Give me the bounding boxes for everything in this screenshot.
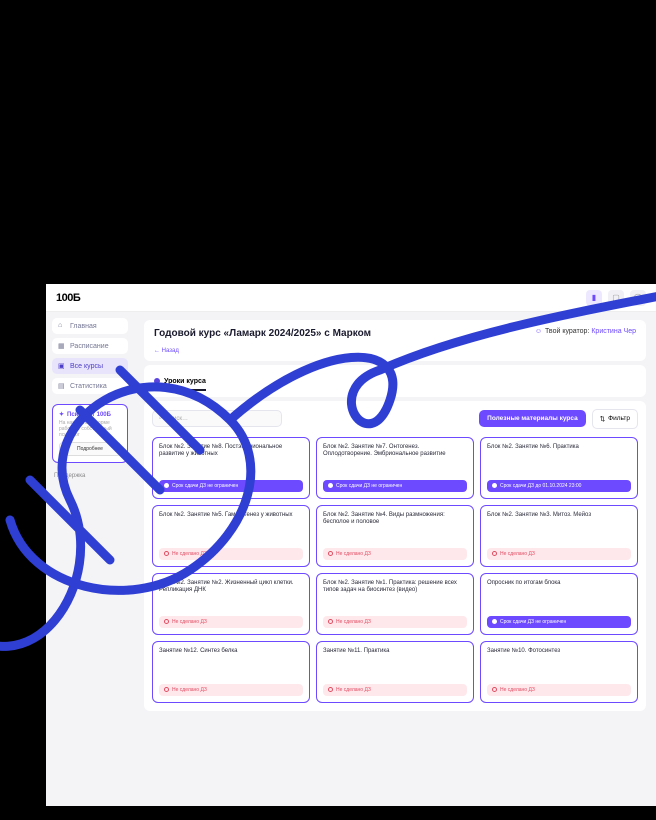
home-icon: ⌂ bbox=[58, 322, 66, 330]
lesson-card[interactable]: Блок №2. Занятие №7. Онтогенез. Оплодотв… bbox=[316, 437, 474, 499]
psych-subtitle: На нашей платформе работает собственный … bbox=[59, 420, 121, 438]
lesson-title: Блок №2. Занятие №1. Практика: решение в… bbox=[323, 580, 467, 595]
notdone-badge: Не сделано ДЗ bbox=[159, 616, 303, 628]
deadline-badge: Срок сдачи ДЗ не ограничен bbox=[487, 616, 631, 628]
lock-icon bbox=[492, 619, 497, 624]
sidebar-item-courses[interactable]: ▣ Все курсы bbox=[52, 358, 128, 374]
lesson-card[interactable]: Блок №2. Занятие №5. Гаметогенез у живот… bbox=[152, 505, 310, 567]
lesson-card[interactable]: Блок №2. Занятие №1. Практика: решение в… bbox=[316, 573, 474, 635]
materials-button[interactable]: Полезные материалы курса bbox=[479, 410, 586, 427]
lock-icon bbox=[492, 483, 497, 488]
pencil-icon bbox=[328, 551, 333, 556]
lesson-title: Блок №2. Занятие №5. Гаметогенез у живот… bbox=[159, 512, 303, 520]
lesson-title: Блок №2. Занятие №6. Практика bbox=[487, 444, 631, 452]
deadline-badge: Срок сдачи ДЗ не ограничен bbox=[159, 480, 303, 492]
tabs: Уроки курса bbox=[144, 365, 646, 397]
notdone-badge: Не сделано ДЗ bbox=[487, 684, 631, 696]
sparkle-icon: ✦ bbox=[59, 411, 64, 418]
sidebar: ⌂ Главная ▦ Расписание ▣ Все курсы ▤ Статист… bbox=[46, 312, 134, 806]
pencil-icon bbox=[164, 551, 169, 556]
psychologist-card: ✦Психолог 100Б На нашей платформе работа… bbox=[52, 404, 128, 463]
sidebar-item-label: Все курсы bbox=[70, 363, 103, 370]
tab-lessons[interactable]: Уроки курса bbox=[154, 378, 206, 391]
profile-icon[interactable]: ◯ bbox=[630, 290, 646, 306]
tab-label: Уроки курса bbox=[164, 378, 206, 385]
notdone-badge: Не сделано ДЗ bbox=[487, 548, 631, 560]
logo: 100Б bbox=[56, 292, 80, 304]
search-input[interactable]: ⌕Поиск… bbox=[152, 410, 282, 427]
lesson-title: Блок №2. Занятие №3. Митоз. Мейоз bbox=[487, 512, 631, 520]
person-icon: ☺ bbox=[535, 328, 542, 335]
lesson-card[interactable]: Опросник по итогам блока Срок сдачи ДЗ не… bbox=[480, 573, 638, 635]
sidebar-item-label: Статистика bbox=[70, 383, 107, 390]
filter-icon: ⇅ bbox=[600, 415, 605, 423]
gift-icon[interactable]: ▮ bbox=[586, 290, 602, 306]
curator-info: ☺Твой куратор: Кристина Чер bbox=[535, 328, 636, 335]
lock-icon bbox=[328, 483, 333, 488]
notdone-badge: Не сделано ДЗ bbox=[323, 548, 467, 560]
course-title: Годовой курс «Ламарк 2024/2025» с Марком bbox=[154, 328, 371, 339]
psych-title: ✦Психолог 100Б bbox=[59, 411, 121, 418]
calendar-icon: ▦ bbox=[58, 342, 66, 350]
main-content: Годовой курс «Ламарк 2024/2025» с Марком… bbox=[134, 312, 656, 806]
lesson-title: Занятие №12. Синтез белка bbox=[159, 648, 303, 656]
lesson-title: Блок №2. Занятие №7. Онтогенез. Оплодотв… bbox=[323, 444, 467, 459]
filter-button[interactable]: ⇅Фильтр bbox=[592, 409, 638, 429]
lock-icon bbox=[164, 483, 169, 488]
support-link[interactable]: Поддержка bbox=[52, 473, 128, 479]
deadline-badge: Срок сдачи ДЗ не ограничен bbox=[323, 480, 467, 492]
curator-name[interactable]: Кристина Чер bbox=[591, 328, 636, 335]
lesson-title: Занятие №11. Практика bbox=[323, 648, 467, 656]
curator-label: Твой куратор: bbox=[545, 328, 589, 335]
pencil-icon bbox=[492, 551, 497, 556]
pencil-icon bbox=[164, 687, 169, 692]
cart-icon[interactable]: ▢ bbox=[608, 290, 624, 306]
pencil-icon bbox=[328, 687, 333, 692]
lesson-card[interactable]: Блок №2. Занятие №6. Практика Срок сдачи … bbox=[480, 437, 638, 499]
search-icon: ⌕ bbox=[159, 415, 162, 422]
sidebar-item-schedule[interactable]: ▦ Расписание bbox=[52, 338, 128, 354]
lesson-title: Блок №2. Занятие №2. Жизненный цикл клет… bbox=[159, 580, 303, 595]
lesson-card[interactable]: Блок №2. Занятие №8. Постэмбриональное р… bbox=[152, 437, 310, 499]
sidebar-item-label: Главная bbox=[70, 323, 97, 330]
back-link[interactable]: ← Назад bbox=[154, 348, 179, 354]
pencil-icon bbox=[492, 687, 497, 692]
notdone-badge: Не сделано ДЗ bbox=[159, 548, 303, 560]
toolbar: ⌕Поиск… Полезные материалы курса ⇅Фильтр bbox=[152, 409, 638, 429]
sidebar-item-stats[interactable]: ▤ Статистика bbox=[52, 378, 128, 394]
briefcase-icon: ▣ bbox=[58, 362, 66, 370]
topbar: 100Б ▮ ▢ ◯ bbox=[46, 284, 656, 312]
lesson-title: Блок №2. Занятие №8. Постэмбриональное р… bbox=[159, 444, 303, 459]
pencil-icon bbox=[164, 619, 169, 624]
notdone-badge: Не сделано ДЗ bbox=[323, 616, 467, 628]
deadline-badge: Срок сдачи ДЗ до 01.10.2024 23:00 bbox=[487, 480, 631, 492]
sidebar-item-label: Расписание bbox=[70, 343, 109, 350]
course-header: Годовой курс «Ламарк 2024/2025» с Марком… bbox=[144, 320, 646, 361]
lesson-card[interactable]: Занятие №12. Синтез белка Не сделано ДЗ bbox=[152, 641, 310, 703]
lesson-card[interactable]: Блок №2. Занятие №3. Митоз. Мейоз Не сдел… bbox=[480, 505, 638, 567]
psych-more-button[interactable]: Подробнее bbox=[59, 442, 121, 456]
sidebar-item-home[interactable]: ⌂ Главная bbox=[52, 318, 128, 334]
lesson-card[interactable]: Блок №2. Занятие №4. Виды размножения: б… bbox=[316, 505, 474, 567]
lesson-title: Опросник по итогам блока bbox=[487, 580, 631, 588]
lesson-card[interactable]: Занятие №11. Практика Не сделано ДЗ bbox=[316, 641, 474, 703]
notdone-badge: Не сделано ДЗ bbox=[159, 684, 303, 696]
lesson-title: Занятие №10. Фотосинтез bbox=[487, 648, 631, 656]
notdone-badge: Не сделано ДЗ bbox=[323, 684, 467, 696]
pencil-icon bbox=[328, 619, 333, 624]
stats-icon: ▤ bbox=[58, 382, 66, 390]
top-icons: ▮ ▢ ◯ bbox=[586, 290, 646, 306]
lesson-title: Блок №2. Занятие №4. Виды размножения: б… bbox=[323, 512, 467, 527]
lessons-grid: Блок №2. Занятие №8. Постэмбриональное р… bbox=[152, 437, 638, 703]
lessons-panel: ⌕Поиск… Полезные материалы курса ⇅Фильтр… bbox=[144, 401, 646, 711]
lesson-card[interactable]: Занятие №10. Фотосинтез Не сделано ДЗ bbox=[480, 641, 638, 703]
lesson-card[interactable]: Блок №2. Занятие №2. Жизненный цикл клет… bbox=[152, 573, 310, 635]
dot-icon bbox=[154, 378, 160, 384]
